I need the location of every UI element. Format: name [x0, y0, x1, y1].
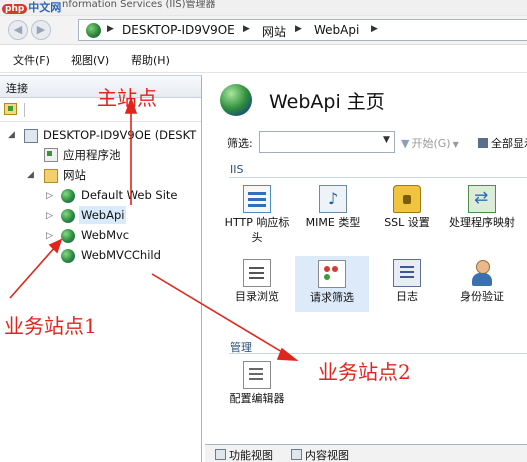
feature-label: 目录浏览 — [235, 290, 279, 303]
feature-label: MIME 类型 — [305, 216, 361, 229]
watermark-tag: php — [2, 4, 28, 14]
expand-chevron-icon[interactable]: ◢ — [8, 126, 15, 144]
directory-browsing-icon — [243, 259, 271, 287]
connections-pane: 连接 ◢ DESKTOP-ID9V9OE (DESKT 应用程序池 ◢ 网站 ▷… — [0, 75, 202, 462]
globe-icon — [61, 229, 75, 243]
watermark-text: 中文网 — [28, 1, 62, 14]
show-all-button[interactable]: 全部显示 — [478, 135, 527, 151]
annotation-main-site: 主站点 — [97, 86, 157, 110]
feature-mime-types[interactable]: MIME 类型 — [296, 181, 370, 230]
menu-help[interactable]: 帮助(H) — [131, 52, 170, 68]
handler-mappings-icon — [468, 185, 496, 213]
section-iis: IIS — [229, 163, 527, 178]
breadcrumb-separator-icon[interactable]: ▶ — [243, 24, 250, 34]
breadcrumb-separator-icon[interactable]: ▶ — [371, 24, 378, 34]
chevron-right-icon[interactable]: ▷ — [46, 207, 53, 225]
section-label-iis: IIS — [230, 163, 244, 176]
view-tabs: 功能视图 内容视图 — [205, 444, 527, 462]
globe-icon — [61, 189, 75, 203]
funnel-icon: ▼ — [401, 137, 410, 150]
http-headers-icon — [243, 185, 271, 213]
request-filtering-icon — [318, 260, 346, 288]
authentication-icon — [468, 259, 496, 287]
connections-title: 连接 — [6, 82, 28, 95]
feature-handler-mappings[interactable]: 处理程序映射 — [445, 181, 519, 230]
feature-directory-browsing[interactable]: 目录浏览 — [220, 255, 294, 304]
tree-node-default-web-site[interactable]: Default Web Site — [81, 186, 177, 204]
menu-view[interactable]: 视图(V) — [71, 52, 109, 68]
chevron-right-icon[interactable]: ▷ — [46, 187, 53, 205]
feature-http-response-headers[interactable]: HTTP 响应标头 — [220, 181, 294, 245]
server-icon — [24, 129, 38, 143]
filter-bar: 筛选: ▼ ▼开始(G)▼ 全部显示 — [220, 131, 527, 153]
window-title: nformation Services (IIS)管理器 — [62, 0, 216, 10]
back-arrow-icon[interactable]: ◀ — [8, 20, 28, 40]
feature-configuration-editor[interactable]: 配置编辑器 — [220, 357, 294, 406]
mime-types-icon — [319, 185, 347, 213]
create-connection-icon[interactable] — [4, 103, 17, 115]
breadcrumb-server[interactable]: DESKTOP-ID9V9OE — [122, 23, 235, 37]
tab-label: 功能视图 — [229, 449, 273, 462]
go-button[interactable]: ▼ 开始(G) ▼ — [401, 135, 459, 151]
breadcrumb-separator-icon[interactable]: ▶ — [107, 24, 114, 34]
globe-icon — [86, 23, 101, 38]
show-all-label: 全部显示 — [491, 137, 527, 150]
logging-icon — [393, 259, 421, 287]
globe-icon — [61, 249, 75, 263]
tree-node-webmvc[interactable]: WebMvc — [81, 226, 129, 244]
app-pool-icon — [44, 148, 58, 162]
breadcrumb-webapi[interactable]: WebApi — [314, 23, 359, 37]
breadcrumb-separator-icon[interactable]: ▶ — [295, 24, 302, 34]
tree-node-sites[interactable]: 网站 — [63, 166, 86, 184]
watermark-logo: php 中文网 — [2, 0, 61, 15]
menu-bar: 文件(F) 视图(V) 帮助(H) — [0, 46, 527, 73]
title-bar: nformation Services (IIS)管理器 php 中文网 — [0, 0, 527, 16]
feature-label: 配置编辑器 — [229, 392, 285, 405]
breadcrumb-sites[interactable]: 网站 — [262, 23, 286, 40]
features-pane: WebApi 主页 筛选: ▼ ▼开始(G)▼ 全部显示 IIS HTTP 响应… — [205, 75, 527, 462]
feature-request-filtering[interactable]: 请求筛选 — [295, 256, 369, 312]
tab-content-view[interactable]: 内容视图 — [289, 447, 349, 462]
tab-features-view[interactable]: 功能视图 — [213, 447, 273, 462]
feature-label: 请求筛选 — [310, 291, 354, 304]
chevron-down-icon: ▼ — [452, 140, 459, 149]
navigation-bar: ◀ ▶ ▶ DESKTOP-ID9V9OE ▶ 网站 ▶ WebApi ▶ — [0, 16, 527, 45]
tab-label: 内容视图 — [305, 449, 349, 462]
menu-file[interactable]: 文件(F) — [13, 52, 50, 68]
chevron-right-icon[interactable]: ▷ — [46, 227, 53, 245]
filter-input[interactable] — [259, 131, 395, 153]
tree-node-app-pools[interactable]: 应用程序池 — [63, 146, 121, 164]
feature-label: HTTP 响应标头 — [224, 216, 290, 244]
annotation-business-site-1: 业务站点1 — [4, 314, 97, 338]
feature-logging[interactable]: 日志 — [370, 255, 444, 304]
feature-label: SSL 设置 — [384, 216, 430, 229]
annotation-business-site-2: 业务站点2 — [318, 360, 411, 384]
feature-label: 日志 — [396, 290, 418, 303]
ssl-lock-icon — [393, 185, 421, 213]
section-management: 管理 — [229, 339, 527, 354]
filter-label: 筛选: — [227, 137, 253, 150]
page-title: WebApi 主页 — [269, 91, 385, 113]
feature-ssl-settings[interactable]: SSL 设置 — [370, 181, 444, 230]
content-view-icon — [291, 449, 302, 460]
tree-node-webmvcchild[interactable]: WebMVCChild — [81, 246, 161, 264]
tree-node-webapi[interactable]: WebApi — [79, 206, 127, 224]
sites-folder-icon — [44, 169, 58, 183]
feature-label: 处理程序映射 — [449, 216, 515, 229]
tree-node-server[interactable]: DESKTOP-ID9V9OE (DESKT — [43, 126, 196, 144]
feature-label: 身份验证 — [460, 290, 504, 303]
toolbar-separator — [24, 103, 25, 117]
expand-chevron-icon[interactable]: ◢ — [27, 166, 34, 184]
configuration-editor-icon — [243, 361, 271, 389]
section-label-management: 管理 — [230, 341, 252, 354]
forward-arrow-icon[interactable]: ▶ — [31, 20, 51, 40]
globe-icon — [61, 209, 75, 223]
go-label: 开始(G) — [411, 137, 451, 150]
feature-authentication[interactable]: 身份验证 — [445, 255, 519, 304]
show-all-icon — [478, 138, 488, 148]
filter-dropdown-icon[interactable]: ▼ — [383, 135, 390, 145]
address-bar[interactable]: ▶ DESKTOP-ID9V9OE ▶ 网站 ▶ WebApi ▶ — [78, 19, 527, 41]
features-view-icon — [215, 449, 226, 460]
site-globe-icon — [220, 84, 252, 116]
